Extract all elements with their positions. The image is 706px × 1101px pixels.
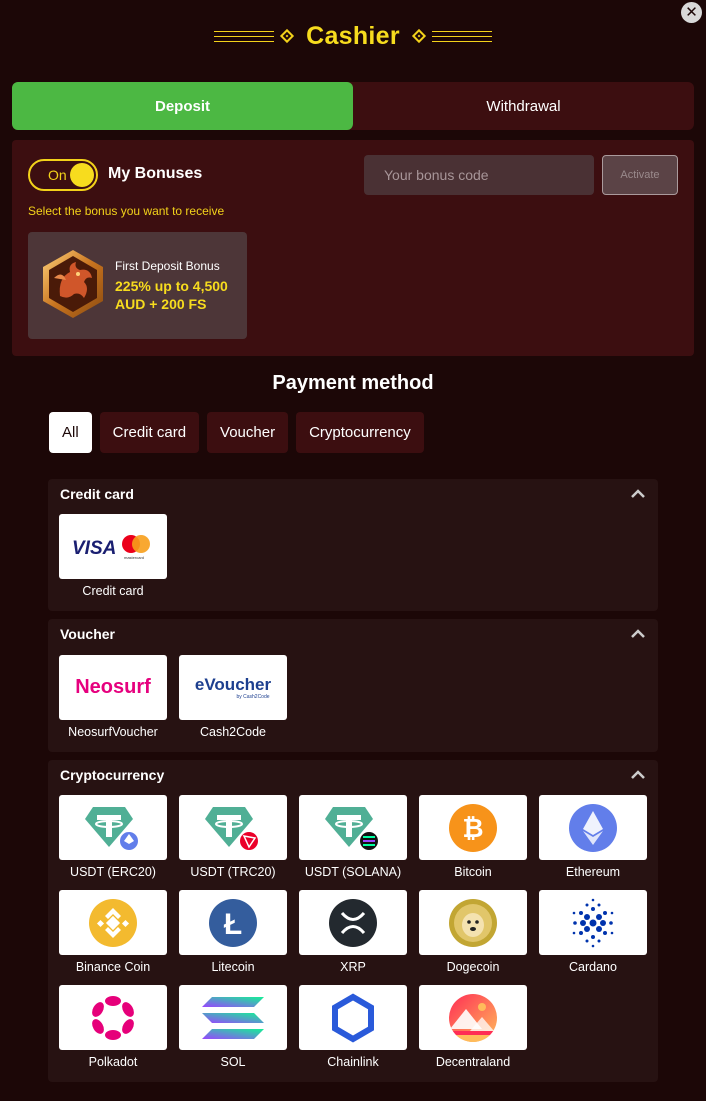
chevron-up-icon[interactable] [630, 627, 646, 639]
method-label: USDT (ERC20) [70, 865, 156, 879]
method-neosurf[interactable]: Neosurf NeosurfVoucher [59, 655, 167, 739]
dragon-badge-icon [43, 250, 103, 318]
method-label: NeosurfVoucher [68, 725, 158, 739]
method-binance-coin[interactable]: Binance Coin [59, 890, 167, 974]
filter-voucher[interactable]: Voucher [207, 412, 289, 453]
filter-all[interactable]: All [49, 412, 92, 453]
method-label: Ethereum [565, 865, 621, 879]
svg-text:VISA: VISA [72, 538, 116, 559]
method-label: Chainlink [327, 1055, 379, 1069]
section-credit-card: Credit card VISA mastercard Credit card [48, 479, 658, 611]
section-voucher: Voucher Neosurf NeosurfVoucher eVoucher … [48, 619, 658, 752]
title-decoration-right [431, 30, 492, 42]
filter-credit-card[interactable]: Credit card [99, 412, 200, 453]
activate-button[interactable]: Activate [602, 155, 678, 195]
section-title: Cryptocurrency [60, 767, 165, 783]
method-usdt-trc20[interactable]: USDT (TRC20) [179, 795, 287, 879]
cashier-tabs: Deposit Withdrawal [12, 82, 694, 130]
bonus-panel: On My Bonuses Select the bonus you want … [12, 140, 694, 356]
section-title: Voucher [60, 626, 115, 642]
chevron-up-icon[interactable] [630, 768, 646, 780]
bonus-toggle[interactable]: On [28, 159, 98, 191]
diamond-icon [280, 28, 295, 44]
method-decentraland[interactable]: Decentraland [419, 985, 527, 1069]
xrp-icon [329, 898, 377, 947]
method-label: USDT (TRC20) [190, 865, 276, 879]
bonus-card-title: First Deposit Bonus [115, 259, 220, 273]
svg-text:₿: ₿ [462, 813, 483, 843]
tether-solana-icon [325, 806, 380, 852]
toggle-label: On [48, 167, 67, 183]
method-label: Dogecoin [446, 960, 500, 974]
bonus-title: My Bonuses [108, 165, 203, 182]
method-label: Polkadot [88, 1055, 138, 1069]
toggle-knob [70, 163, 94, 187]
bonus-hint: Select the bonus you want to receive [28, 204, 225, 218]
method-credit-card[interactable]: VISA mastercard Credit card [59, 514, 167, 598]
method-label: Binance Coin [75, 960, 151, 974]
method-cash2code[interactable]: eVoucher by Cash2Code Cash2Code [179, 655, 287, 739]
polkadot-icon [92, 995, 134, 1040]
method-usdt-erc20[interactable]: USDT (ERC20) [59, 795, 167, 879]
method-label: Decentraland [435, 1055, 511, 1069]
bitcoin-icon: ₿ [449, 803, 497, 852]
neosurf-logo: Neosurf [75, 676, 151, 698]
method-sol[interactable]: SOL [179, 985, 287, 1069]
evoucher-logo: eVoucher [194, 674, 272, 694]
bonus-code-input[interactable] [364, 155, 594, 195]
payment-filters: All Credit card Voucher Cryptocurrency [49, 412, 424, 453]
binance-icon [89, 898, 137, 947]
page-title: Cashier [306, 21, 400, 50]
method-litecoin[interactable]: Ł Litecoin [179, 890, 287, 974]
litecoin-icon: Ł [209, 898, 257, 947]
chainlink-icon [332, 993, 374, 1042]
svg-text:mastercard: mastercard [124, 555, 144, 560]
method-label: USDT (SOLANA) [304, 865, 402, 879]
tether-erc20-icon [85, 806, 140, 852]
method-cardano[interactable]: Cardano [539, 890, 647, 974]
title-decoration-left [214, 30, 275, 42]
tab-deposit[interactable]: Deposit [12, 82, 353, 130]
method-label: Cash2Code [199, 725, 266, 739]
method-label: Bitcoin [454, 865, 492, 879]
payment-method-title: Payment method [272, 372, 434, 394]
visa-mastercard-logo: VISA mastercard [72, 534, 150, 560]
section-title: Credit card [60, 486, 134, 502]
method-label: SOL [220, 1055, 246, 1069]
method-label: XRP [340, 960, 366, 974]
method-xrp[interactable]: XRP [299, 890, 407, 974]
method-polkadot[interactable]: Polkadot [59, 985, 167, 1069]
bonus-card[interactable]: First Deposit Bonus 225% up to 4,500 AUD… [28, 232, 247, 339]
solana-icon [202, 996, 264, 1039]
tab-withdrawal[interactable]: Withdrawal [353, 82, 694, 130]
section-cryptocurrency: Cryptocurrency USDT (ERC20) USDT (TRC20)… [48, 760, 658, 1082]
method-ethereum[interactable]: Ethereum [539, 795, 647, 879]
header: Cashier [0, 18, 706, 54]
decentraland-icon [449, 993, 497, 1042]
method-chainlink[interactable]: Chainlink [299, 985, 407, 1069]
ethereum-icon [569, 803, 617, 852]
method-label: Credit card [82, 584, 144, 598]
method-usdt-solana[interactable]: USDT (SOLANA) [299, 795, 407, 879]
method-dogecoin[interactable]: Dogecoin [419, 890, 527, 974]
method-bitcoin[interactable]: ₿ Bitcoin [419, 795, 527, 879]
filter-cryptocurrency[interactable]: Cryptocurrency [296, 412, 424, 453]
tether-trc20-icon [205, 806, 260, 852]
svg-text:Ł: Ł [224, 908, 242, 941]
cardano-icon [572, 898, 614, 947]
dogecoin-icon [449, 898, 497, 947]
evoucher-sublogo: by Cash2Code [236, 693, 270, 700]
diamond-icon [411, 28, 426, 44]
method-label: Litecoin [211, 960, 255, 974]
bonus-card-amount: 225% up to 4,500 AUD + 200 FS [115, 278, 228, 312]
method-label: Cardano [569, 960, 617, 974]
chevron-up-icon[interactable] [630, 487, 646, 499]
